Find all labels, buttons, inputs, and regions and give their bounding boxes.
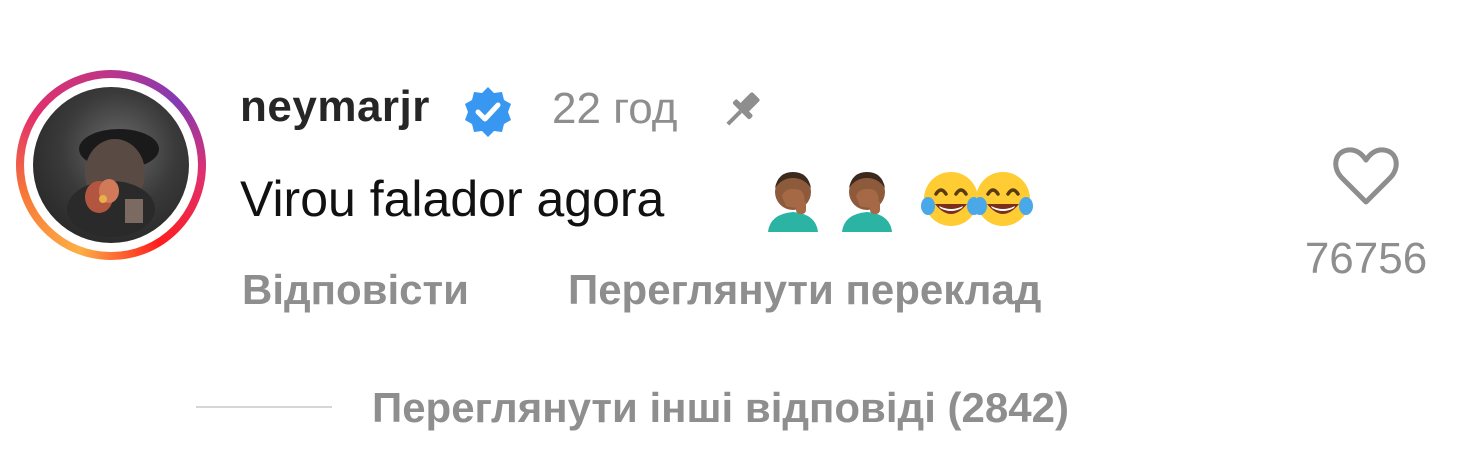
facepalm-emoji [760,166,826,232]
like-count: 76756 [1304,234,1428,283]
avatar-gap [24,78,198,252]
comment-time: 22 год [552,84,678,133]
avatar-image [67,129,159,237]
facepalm-emoji [834,166,900,232]
verified-badge-icon [460,84,516,140]
story-ring[interactable] [16,70,206,260]
tears-of-joy-emoji [970,166,1036,232]
username[interactable]: neymarjr [240,82,430,132]
view-more-replies-button[interactable]: Переглянути інші відповіді (2842) [372,384,1069,432]
see-translation-button[interactable]: Переглянути переклад [568,266,1041,314]
reply-button[interactable]: Відповісти [242,266,469,314]
replies-divider [196,406,332,408]
avatar[interactable] [33,87,189,243]
pin-icon [716,84,768,136]
comment: neymarjr 22 год Virou falador agora Відп… [0,0,1460,464]
comment-text: Virou falador agora [240,171,665,227]
heart-icon[interactable] [1330,140,1402,212]
